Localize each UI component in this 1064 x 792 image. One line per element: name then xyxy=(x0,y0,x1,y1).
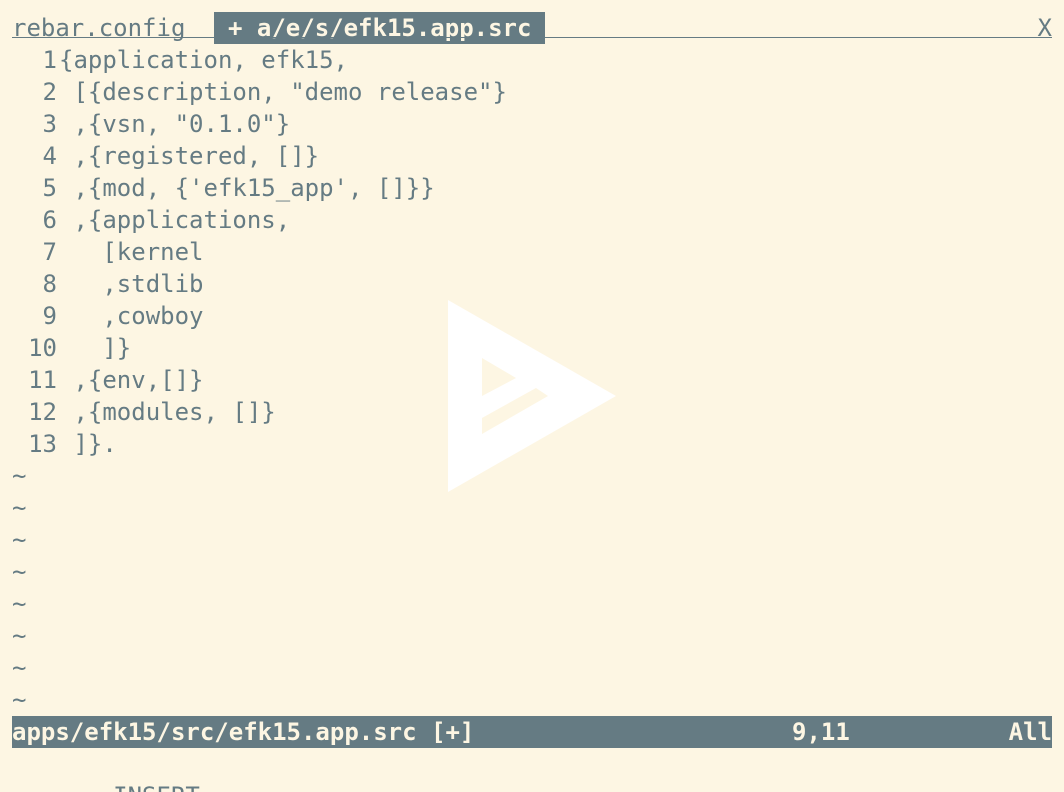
tabline: rebar.config + a/e/s/efk15.app.src X xyxy=(12,12,1052,44)
editor-line[interactable]: 10 ]} xyxy=(0,332,131,364)
statusline: apps/efk15/src/efk15.app.src [+] 9,11 Al… xyxy=(12,716,1052,748)
editor-line[interactable]: 7 [kernel xyxy=(0,236,204,268)
editor-line[interactable]: 6 ,{applications, xyxy=(0,204,291,236)
editor-line[interactable]: 5 ,{mod, {'efk15_app', []}} xyxy=(0,172,435,204)
line-code[interactable]: ,{registered, []} xyxy=(59,140,319,172)
empty-line-marker: ~ xyxy=(12,558,27,586)
line-code[interactable]: [kernel xyxy=(59,236,203,268)
tab-efk15-app-src[interactable]: + a/e/s/efk15.app.src xyxy=(214,12,546,44)
line-code[interactable]: ,cowboy xyxy=(59,300,203,332)
editor-line[interactable]: 12 ,{modules, []} xyxy=(0,396,276,428)
tab-rebar-config[interactable]: rebar.config xyxy=(12,12,185,44)
empty-line-marker: ~ xyxy=(12,686,27,714)
editor-line[interactable]: 8 ,stdlib xyxy=(0,268,204,300)
line-code[interactable]: [{description, "demo release"} xyxy=(59,76,507,108)
empty-line-marker: ~ xyxy=(12,462,27,490)
mode-indicator: -- INSERT -- xyxy=(70,782,243,792)
line-code[interactable]: ,{env,[]} xyxy=(59,364,203,396)
line-code[interactable]: ,{vsn, "0.1.0"} xyxy=(59,108,290,140)
tabline-divider xyxy=(12,37,1052,38)
line-number: 10 xyxy=(28,334,57,362)
editor-line[interactable]: 2 [{description, "demo release"} xyxy=(0,76,507,108)
empty-line-marker: ~ xyxy=(12,590,27,618)
status-filename: apps/efk15/src/efk15.app.src [+] xyxy=(12,718,475,746)
command-line[interactable]: -- INSERT -- xyxy=(12,748,243,792)
editor-line[interactable]: 4 ,{registered, []} xyxy=(0,140,320,172)
line-number: 9 xyxy=(42,302,57,330)
editor-line[interactable]: 11 ,{env,[]} xyxy=(0,364,203,396)
empty-line-marker: ~ xyxy=(12,654,27,682)
line-code[interactable]: ]} xyxy=(59,332,131,364)
status-cursor-position: 9,11 xyxy=(792,718,850,746)
terminal-screen: rebar.config + a/e/s/efk15.app.src X 1{a… xyxy=(0,0,1064,792)
line-number: 7 xyxy=(42,238,57,266)
empty-line-marker: ~ xyxy=(12,494,27,522)
line-code[interactable]: ,stdlib xyxy=(59,268,203,300)
empty-line-marker: ~ xyxy=(12,622,27,650)
editor-line[interactable]: 1{application, efk15, xyxy=(0,44,348,76)
line-number: 5 xyxy=(42,174,57,202)
line-number: 13 xyxy=(28,430,57,458)
editor-line[interactable]: 13 ]}. xyxy=(0,428,117,460)
line-code[interactable]: ,{applications, xyxy=(59,204,290,236)
line-number: 6 xyxy=(42,206,57,234)
line-number: 4 xyxy=(42,142,57,170)
close-tab-button[interactable]: X xyxy=(1038,12,1052,44)
editor-line[interactable]: 3 ,{vsn, "0.1.0"} xyxy=(0,108,291,140)
line-number: 1 xyxy=(42,46,57,74)
line-code[interactable]: {application, efk15, xyxy=(59,44,348,76)
editor-line[interactable]: 9 ,cowboy xyxy=(0,300,204,332)
line-number: 2 xyxy=(42,78,57,106)
line-number: 11 xyxy=(28,366,57,394)
line-number: 3 xyxy=(42,110,57,138)
line-code[interactable]: ]}. xyxy=(59,428,116,460)
empty-line-marker: ~ xyxy=(12,526,27,554)
status-scroll-percent: All xyxy=(1008,718,1052,746)
line-number: 12 xyxy=(28,398,57,426)
line-number: 8 xyxy=(42,270,57,298)
line-code[interactable]: ,{modules, []} xyxy=(59,396,275,428)
line-code[interactable]: ,{mod, {'efk15_app', []}} xyxy=(59,172,434,204)
play-logo-icon xyxy=(448,300,616,492)
